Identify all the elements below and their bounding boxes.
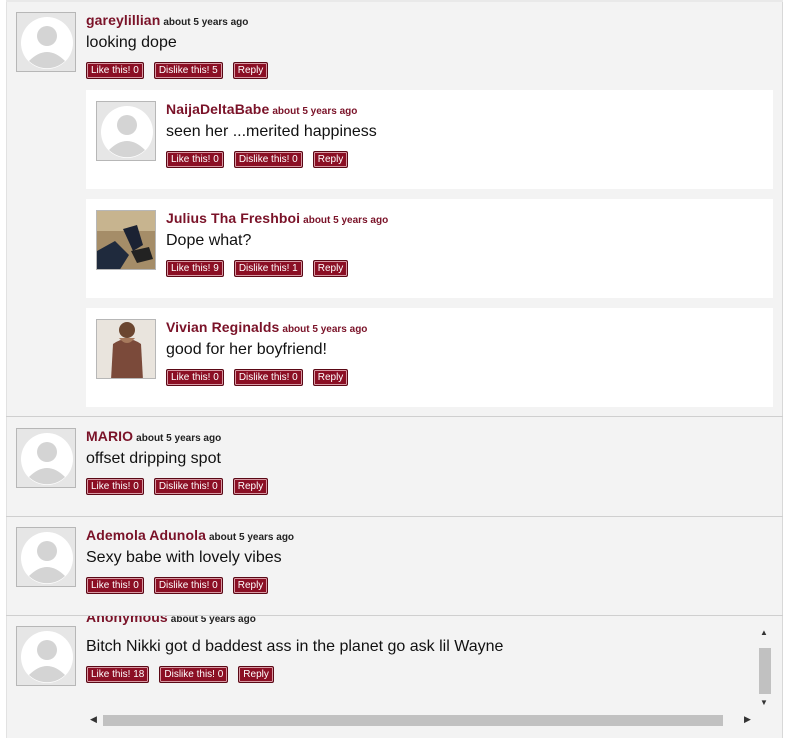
separator	[6, 416, 783, 417]
reply-button[interactable]: Reply	[312, 151, 349, 168]
user-photo-icon	[97, 320, 155, 378]
like-button[interactable]: Like this! 0	[86, 478, 144, 495]
horizontal-scrollbar[interactable]: ◀ ▶	[86, 712, 758, 728]
dislike-button[interactable]: Dislike this! 1	[233, 260, 303, 277]
like-button[interactable]: Like this! 9	[166, 260, 224, 277]
separator	[6, 516, 783, 517]
author-name[interactable]: Ademola Adunola	[86, 527, 206, 543]
comment-meta: MARIO about 5 years ago	[86, 428, 221, 446]
default-user-icon	[21, 433, 73, 485]
comment-actions: Like this! 9 Dislike this! 1 Reply	[166, 260, 349, 277]
avatar[interactable]	[16, 12, 76, 72]
comment-meta: Julius Tha Freshboi about 5 years ago	[166, 210, 388, 228]
default-user-icon	[21, 631, 73, 683]
author-name[interactable]: Julius Tha Freshboi	[166, 210, 300, 226]
dislike-button[interactable]: Dislike this! 0	[233, 369, 303, 386]
comment-actions: Like this! 0 Dislike this! 0 Reply	[86, 577, 269, 594]
default-user-icon	[21, 532, 73, 584]
default-user-icon	[21, 17, 73, 69]
like-button[interactable]: Like this! 0	[86, 577, 144, 594]
user-photo-icon	[97, 211, 155, 269]
reply-button[interactable]: Reply	[232, 62, 269, 79]
comment-text: seen her ...merited happiness	[166, 123, 377, 140]
comment-text: good for her boyfriend!	[166, 341, 327, 358]
reply-button[interactable]: Reply	[232, 478, 269, 495]
comment-meta: gareylillian about 5 years ago	[86, 12, 248, 30]
timestamp: about 5 years ago	[170, 616, 256, 625]
avatar[interactable]	[16, 527, 76, 587]
timestamp: about 5 years ago	[136, 433, 222, 444]
comment-text: offset dripping spot	[86, 450, 221, 467]
reply-button[interactable]: Reply	[312, 369, 349, 386]
comment-actions: Like this! 0 Dislike this! 5 Reply	[86, 62, 269, 79]
panel-top-border	[6, 0, 783, 2]
comment-meta: Ademola Adunola about 5 years ago	[86, 527, 294, 545]
scroll-thumb[interactable]	[103, 715, 723, 726]
reply-button[interactable]: Reply	[232, 577, 269, 594]
scroll-up-icon[interactable]: ▲	[760, 628, 768, 637]
author-name[interactable]: MARIO	[86, 428, 133, 444]
comment-text: looking dope	[86, 34, 177, 51]
author-name[interactable]: NaijaDeltaBabe	[166, 101, 269, 117]
like-button[interactable]: Like this! 18	[86, 666, 150, 683]
comment-text: Dope what?	[166, 232, 252, 249]
like-button[interactable]: Like this! 0	[166, 369, 224, 386]
comment-meta: Vivian Reginalds about 5 years ago	[166, 319, 367, 337]
timestamp: about 5 years ago	[303, 215, 389, 226]
timestamp: about 5 years ago	[163, 17, 249, 28]
timestamp: about 5 years ago	[209, 532, 295, 543]
comment-meta: NaijaDeltaBabe about 5 years ago	[166, 101, 357, 119]
comment-actions: Like this! 0 Dislike this! 0 Reply	[166, 369, 349, 386]
author-name[interactable]: Vivian Reginalds	[166, 319, 279, 335]
comment-meta: Anonymous about 5 years ago	[86, 616, 256, 627]
timestamp: about 5 years ago	[272, 106, 358, 117]
dislike-button[interactable]: Dislike this! 0	[159, 666, 229, 683]
comment-actions: Like this! 18 Dislike this! 0 Reply	[86, 666, 274, 683]
like-button[interactable]: Like this! 0	[166, 151, 224, 168]
dislike-button[interactable]: Dislike this! 5	[153, 62, 223, 79]
avatar[interactable]	[16, 428, 76, 488]
like-button[interactable]: Like this! 0	[86, 62, 144, 79]
avatar[interactable]	[96, 101, 156, 161]
reply-button[interactable]: Reply	[312, 260, 349, 277]
comment-actions: Like this! 0 Dislike this! 0 Reply	[166, 151, 349, 168]
avatar-photo[interactable]	[96, 210, 156, 270]
author-name[interactable]: Anonymous	[86, 616, 168, 625]
avatar-photo[interactable]	[96, 319, 156, 379]
dislike-button[interactable]: Dislike this! 0	[153, 577, 223, 594]
dislike-button[interactable]: Dislike this! 0	[153, 478, 223, 495]
author-name[interactable]: gareylillian	[86, 12, 160, 28]
timestamp: about 5 years ago	[282, 324, 368, 335]
comment-text: Sexy babe with lovely vibes	[86, 549, 282, 566]
comment-actions: Like this! 0 Dislike this! 0 Reply	[86, 478, 269, 495]
vertical-scrollbar[interactable]: ▲ ▼	[757, 628, 771, 710]
default-user-icon	[101, 106, 153, 158]
scroll-down-icon[interactable]: ▼	[760, 698, 768, 707]
scroll-left-icon[interactable]: ◀	[90, 714, 97, 725]
scroll-thumb[interactable]	[759, 648, 771, 694]
scroll-right-icon[interactable]: ▶	[744, 714, 751, 725]
reply-button[interactable]: Reply	[238, 666, 274, 683]
comment-text: Bitch Nikki got d baddest ass in the pla…	[86, 638, 504, 655]
avatar[interactable]	[16, 626, 76, 686]
dislike-button[interactable]: Dislike this! 0	[233, 151, 303, 168]
